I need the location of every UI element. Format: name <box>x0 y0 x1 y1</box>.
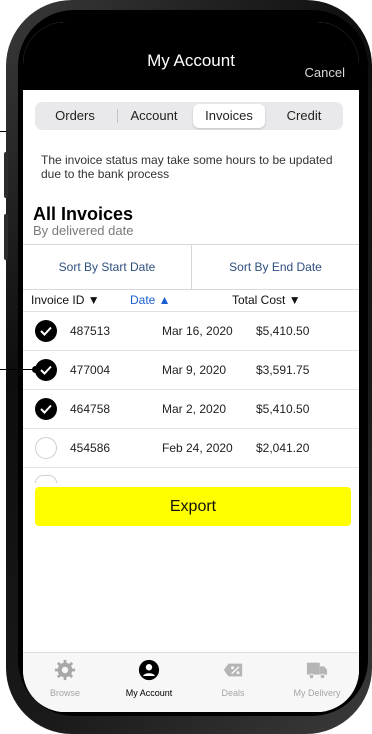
tab-label: My Delivery <box>293 688 341 698</box>
tab-label: Deals <box>221 688 245 698</box>
tab-account[interactable]: Account <box>119 104 189 128</box>
unchecked-circle-icon[interactable] <box>35 437 57 459</box>
stage: My Account Cancel Orders Account Invoice… <box>0 0 372 734</box>
invoice-row[interactable]: 487513 Mar 16, 2020 $5,410.50 <box>23 312 359 351</box>
invoice-date: Feb 24, 2020 <box>162 441 233 455</box>
invoice-id: 464758 <box>70 402 111 416</box>
annotation-dot-invoice-row <box>32 366 39 373</box>
sort-controls: Sort By Start Date Sort By End Date <box>23 244 359 290</box>
annotation-line-invoice-row <box>0 369 34 370</box>
checked-circle-icon[interactable] <box>35 320 57 342</box>
tab-label: Browse <box>49 688 80 698</box>
tab-label: My Account <box>125 688 173 698</box>
tab-invoices[interactable]: Invoices <box>193 104 265 128</box>
side-button-lower <box>4 214 8 260</box>
invoice-total: $3,591.75 <box>256 363 310 377</box>
invoice-total: $5,410.50 <box>256 324 310 338</box>
section-title: All Invoices <box>33 204 134 224</box>
account-segmented-control: Orders Account Invoices Credit <box>35 102 343 130</box>
side-button-upper <box>4 152 8 198</box>
bottom-tab-bar: Browse My Account Deals My Delivery <box>23 652 359 712</box>
tab-browse[interactable]: Browse <box>23 653 107 712</box>
invoice-date: Mar 16, 2020 <box>162 324 233 338</box>
app-screen: My Account Cancel Orders Account Invoice… <box>23 22 359 712</box>
partial-row-circle-icon <box>35 475 57 483</box>
export-button[interactable]: Export <box>35 487 351 526</box>
row-divider <box>23 467 359 468</box>
tab-deals[interactable]: Deals <box>191 653 275 712</box>
truck-icon <box>306 662 328 680</box>
section-subtitle: By delivered date <box>33 223 134 238</box>
invoice-row[interactable]: 477004 Mar 9, 2020 $3,591.75 <box>23 351 359 390</box>
tab-orders[interactable]: Orders <box>39 104 111 128</box>
navigation-header: My Account Cancel <box>23 22 359 90</box>
invoice-id: 477004 <box>70 363 111 377</box>
invoice-date: Mar 9, 2020 <box>162 363 227 377</box>
segment-divider <box>117 109 118 123</box>
column-header-invoice-id[interactable]: Invoice ID ▼ <box>31 293 100 307</box>
user-icon <box>138 659 160 681</box>
sort-by-start-date-button[interactable]: Sort By Start Date <box>23 245 191 290</box>
cancel-button[interactable]: Cancel <box>305 65 345 80</box>
tab-my-delivery[interactable]: My Delivery <box>275 653 359 712</box>
invoice-total: $5,410.50 <box>256 402 310 416</box>
tab-credit[interactable]: Credit <box>269 104 339 128</box>
invoice-id: 487513 <box>70 324 111 338</box>
invoice-total: $2,041.20 <box>256 441 310 455</box>
invoice-id: 454586 <box>70 441 111 455</box>
checked-circle-icon[interactable] <box>35 398 57 420</box>
invoice-row[interactable]: 454586 Feb 24, 2020 $2,041.20 <box>23 429 359 468</box>
invoice-date: Mar 2, 2020 <box>162 402 227 416</box>
tab-my-account[interactable]: My Account <box>107 653 191 712</box>
column-header-date[interactable]: Date ▲ <box>130 293 171 307</box>
gear-icon <box>54 659 76 681</box>
column-header-total-cost[interactable]: Total Cost ▼ <box>232 293 301 307</box>
invoice-status-notice: The invoice status may take some hours t… <box>41 153 333 181</box>
invoice-row[interactable]: 464758 Mar 2, 2020 $5,410.50 <box>23 390 359 429</box>
sort-by-end-date-button[interactable]: Sort By End Date <box>192 245 359 290</box>
discount-tag-icon <box>223 663 243 677</box>
